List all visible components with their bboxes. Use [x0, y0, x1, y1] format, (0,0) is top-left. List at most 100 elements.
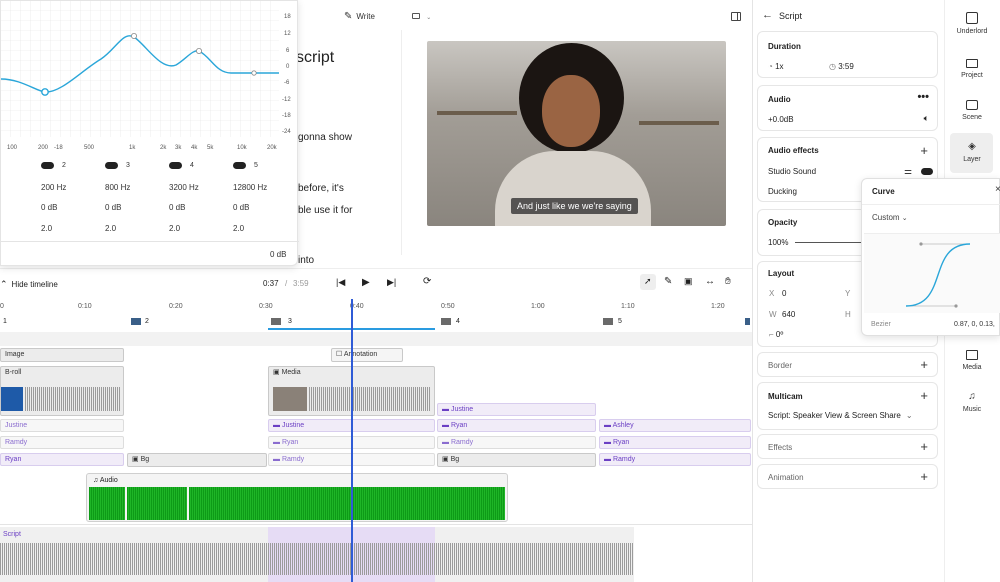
db-tick: 18 [284, 14, 291, 20]
add-animation-icon[interactable]: + [920, 470, 928, 483]
clip-label: Ryan [5, 456, 22, 463]
annotation-clip[interactable]: ☐ Annotation [331, 348, 403, 362]
add-effects-icon[interactable]: + [920, 440, 928, 453]
skip-back-icon[interactable]: |◀ [336, 277, 345, 288]
close-icon[interactable]: × [995, 184, 1000, 195]
band-gain[interactable]: 0 dB [169, 203, 185, 212]
skip-forward-icon[interactable]: ▶| [387, 277, 396, 288]
band-frequency[interactable]: 200 Hz [41, 183, 66, 192]
speaker-clip[interactable]: ▬ Ashley [599, 419, 751, 432]
fit-icon[interactable]: ↔ [705, 276, 715, 287]
band-toggle[interactable] [105, 162, 118, 169]
bg-clip[interactable]: ▣ Bg [437, 453, 596, 467]
clock-icon: ◷ [829, 62, 839, 71]
broll-clip[interactable]: B-roll [0, 366, 124, 416]
band-q[interactable]: 2.0 [41, 224, 52, 233]
speaker-clip[interactable]: ▬ Justine [437, 403, 596, 416]
rail-music[interactable]: ♫ Music [951, 391, 993, 413]
x-field[interactable]: 0 [782, 289, 786, 298]
speaker-clip[interactable]: Ramdy [0, 436, 124, 449]
studio-sound-toggle[interactable] [921, 168, 933, 175]
video-preview[interactable]: And just like we we're saying [427, 41, 726, 226]
scene-number[interactable]: 4 [456, 318, 460, 325]
cursor-icon[interactable]: ➚ [644, 276, 652, 287]
opacity-value[interactable]: 100% [768, 238, 788, 247]
db-tick: -6 [284, 80, 290, 86]
band-frequency[interactable]: 3200 Hz [169, 183, 199, 192]
back-icon[interactable]: ← [762, 9, 773, 21]
db-tick: -12 [282, 97, 291, 103]
band-toggle[interactable] [233, 162, 246, 169]
rail-layer[interactable]: ◈ Layer [951, 141, 993, 163]
band-q[interactable]: 2.0 [233, 224, 244, 233]
eq-graph[interactable] [1, 1, 279, 137]
speaker-clip[interactable]: Ryan [0, 453, 124, 466]
pen-tool-icon[interactable]: ✎ [664, 276, 672, 287]
speed-field[interactable]: ◔ 1x [768, 62, 784, 71]
curve-graph[interactable] [864, 233, 1000, 313]
caption-icon[interactable]: ▣ [684, 276, 693, 287]
pen-icon: ✎ [344, 11, 353, 22]
music-icon: ♫ [968, 391, 976, 402]
band-q[interactable]: 2.0 [105, 224, 116, 233]
sliders-icon[interactable]: ⚌ [904, 166, 912, 177]
multicam-dropdown[interactable]: Script: Speaker View & Screen Share ⌄ [768, 411, 913, 420]
band-frequency[interactable]: 12800 Hz [233, 183, 267, 192]
band-frequency[interactable]: 800 Hz [105, 183, 130, 192]
hide-timeline-button[interactable]: ⌃ Hide timeline [0, 279, 58, 290]
scene-number[interactable]: 5 [618, 318, 622, 325]
time-field[interactable]: ◷ 3:59 [829, 62, 854, 71]
scene-thumbnail [131, 318, 141, 325]
curve-preset-dropdown[interactable]: Custom ⌄ [872, 213, 908, 222]
output-gain[interactable]: 0 dB [270, 250, 286, 259]
speaker-clip[interactable]: ▬ Ramdy [599, 453, 751, 466]
speaker-thumb: ▬ [442, 422, 451, 429]
rail-scene[interactable]: Scene [951, 100, 993, 121]
rotation-field[interactable]: ⌐ 0º [769, 330, 783, 339]
rail-media[interactable]: Media [951, 350, 993, 371]
band-gain[interactable]: 0 dB [41, 203, 57, 212]
clip-label: Ryan [450, 422, 468, 429]
write-button[interactable]: ✎ Write [344, 11, 375, 22]
band-number: 5 [254, 162, 258, 169]
opacity-slider[interactable] [795, 242, 865, 243]
bg-clip[interactable]: ▣ Bg [127, 453, 267, 467]
more-icon[interactable]: ••• [917, 91, 929, 103]
speaker-icon[interactable]: 🔈︎ [924, 113, 929, 124]
band-gain[interactable]: 0 dB [105, 203, 121, 212]
image-clip[interactable]: Image [0, 348, 124, 362]
audio-clip[interactable]: ♫ Audio [86, 473, 508, 522]
loop-icon[interactable]: ⟳ [423, 276, 431, 287]
speaker-clip[interactable]: ▬ Ryan [437, 419, 596, 432]
layout-dropdown[interactable]: ⌄ [412, 12, 438, 22]
panel-toggle-icon[interactable] [731, 12, 741, 21]
add-multicam-icon[interactable]: + [920, 389, 928, 402]
db-tick: 0 [286, 64, 290, 70]
playhead[interactable] [351, 299, 353, 582]
multicam-label: Multicam [768, 392, 803, 401]
rail-label: Scene [962, 114, 982, 121]
clip-label: Bg [450, 456, 460, 463]
play-icon[interactable]: ▶ [362, 277, 370, 288]
rail-project[interactable]: Project [951, 59, 993, 79]
scene-number[interactable]: 1 [3, 318, 7, 325]
band-q[interactable]: 2.0 [169, 224, 180, 233]
speaker-clip[interactable]: ▬ Ryan [599, 436, 751, 449]
script-clip[interactable]: Script [0, 527, 634, 582]
speaker-clip[interactable]: ▬ Ramdy [437, 436, 596, 449]
add-border-icon[interactable]: + [920, 358, 928, 371]
audio-gain[interactable]: +0.0dB [768, 115, 794, 124]
w-field[interactable]: 640 [782, 310, 795, 319]
scene-number[interactable]: 3 [288, 318, 292, 325]
band-toggle[interactable] [41, 162, 54, 169]
scene-thumbnail [271, 318, 281, 325]
hand-icon[interactable]: ✋︎ [725, 276, 731, 287]
speaker-clip[interactable]: Justine [0, 419, 124, 432]
freq-tick: 200 [38, 145, 49, 151]
rail-underlord[interactable]: Underlord [951, 12, 993, 35]
band-gain[interactable]: 0 dB [233, 203, 249, 212]
band-toggle[interactable] [169, 162, 182, 169]
bezier-value[interactable]: 0.87, 0, 0.13, [954, 321, 995, 328]
scene-number[interactable]: 2 [145, 318, 149, 325]
add-effect-icon[interactable]: + [920, 144, 928, 157]
